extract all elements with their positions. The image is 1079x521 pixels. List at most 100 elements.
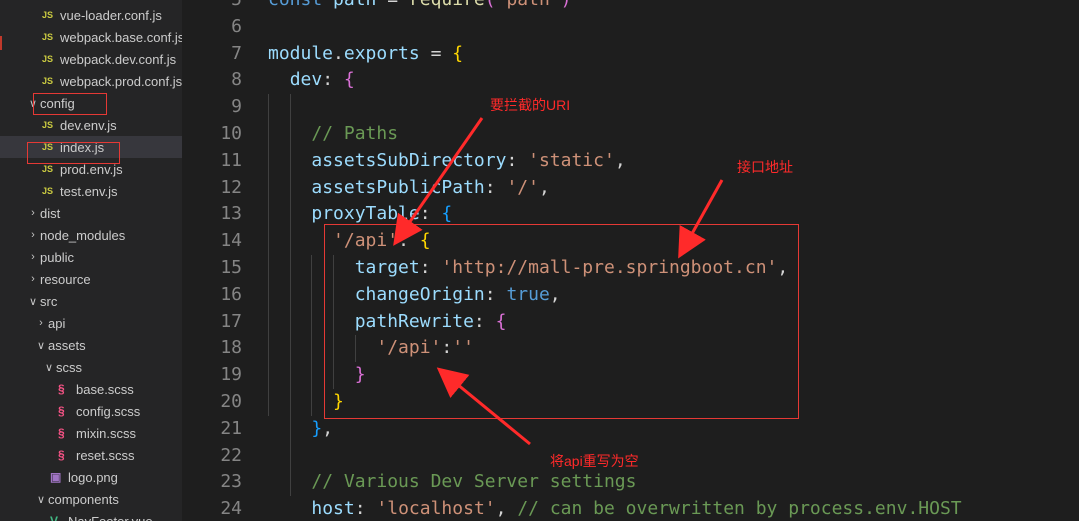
tree-item[interactable]: ∨ components [0, 488, 182, 510]
code-token: '' [452, 337, 474, 359]
line-number: 7 [231, 42, 242, 64]
tree-item[interactable]: ▣ logo.png [0, 466, 182, 488]
code-line[interactable]: 10 // Paths [182, 121, 1079, 148]
chevron-down-icon[interactable]: ∨ [34, 493, 48, 506]
tree-item[interactable]: › public [0, 246, 182, 268]
line-number: 8 [231, 69, 242, 91]
scss-file-icon: § [58, 404, 65, 418]
chevron-right-icon[interactable]: › [26, 273, 40, 285]
code-token: : [506, 149, 529, 171]
code-line[interactable]: 24 host: 'localhost', // can be overwrit… [182, 496, 1079, 521]
code-line[interactable]: 20 } [182, 389, 1079, 416]
tree-item[interactable]: JS webpack.prod.conf.js [0, 70, 182, 92]
code-token: assetsPublicPath [311, 176, 485, 198]
code-token: 'path' [496, 0, 561, 10]
chevron-right-icon[interactable]: › [26, 207, 40, 219]
code-line[interactable]: 16 changeOrigin: true, [182, 282, 1079, 309]
code-line[interactable]: 23 // Various Dev Server settings [182, 469, 1079, 496]
tree-item[interactable]: ∨ scss [0, 356, 182, 378]
tree-item[interactable]: JS index.js [0, 136, 182, 158]
code-text: assetsSubDirectory: 'static', [268, 148, 626, 175]
code-line[interactable]: 14 '/api': { [182, 228, 1079, 255]
code-token: } [311, 417, 323, 439]
tree-item[interactable]: JS prod.env.js [0, 158, 182, 180]
line-number: 16 [220, 283, 242, 305]
code-text: dev: { [268, 67, 355, 94]
code-line[interactable]: 19 } [182, 362, 1079, 389]
code-token: , [549, 283, 561, 305]
code-token: = [376, 0, 409, 10]
line-number: 13 [220, 203, 242, 225]
file-explorer: JS vue-loader.conf.js JS webpack.base.conf.… [0, 0, 182, 521]
tree-item-label: vue-loader.conf.js [60, 7, 162, 23]
code-line[interactable]: 7 module.exports = { [182, 41, 1079, 68]
tree-item[interactable]: JS webpack.base.conf.js [0, 26, 182, 48]
code-token: ( [485, 0, 496, 10]
tree-item[interactable]: § config.scss [0, 400, 182, 422]
vue-file-icon: V [50, 514, 59, 521]
code-token: , [495, 498, 518, 520]
js-file-icon: JS [42, 10, 54, 20]
code-line[interactable]: 8 dev: { [182, 67, 1079, 94]
code-token: , [538, 176, 550, 198]
code-token: : [441, 337, 453, 359]
code-editor[interactable]: 5 const path = require('path') 6 7 module.ex… [182, 0, 1079, 521]
code-line[interactable]: 15 target: 'http://mall-pre.springboot.c… [182, 255, 1079, 282]
code-token: require [409, 0, 485, 10]
line-number: 14 [220, 230, 242, 252]
tree-item-label: config.scss [76, 403, 141, 419]
code-line[interactable]: 6 [182, 14, 1079, 41]
code-text: const path = require('path') [268, 0, 571, 14]
line-number: 5 [182, 0, 242, 14]
tree-item[interactable]: JS webpack.dev.conf.js [0, 48, 182, 70]
code-token: : [484, 283, 507, 305]
code-token: '/api' [376, 337, 442, 359]
tree-item[interactable]: › resource [0, 268, 182, 290]
code-text: '/api':'' [268, 335, 474, 362]
code-line[interactable]: 5 const path = require('path') [182, 0, 1079, 14]
chevron-down-icon[interactable]: ∨ [42, 361, 56, 374]
chevron-right-icon[interactable]: › [34, 317, 48, 329]
chevron-down-icon[interactable]: ∨ [26, 295, 40, 308]
line-number: 19 [220, 364, 242, 386]
tree-item[interactable]: JS test.env.js [0, 180, 182, 202]
code-token: , [614, 149, 626, 171]
tree-item[interactable]: › node_modules [0, 224, 182, 246]
chevron-down-icon[interactable]: ∨ [26, 97, 40, 110]
code-line[interactable]: 12 assetsPublicPath: '/', [182, 175, 1079, 202]
tree-item[interactable]: V NavFooter.vue [0, 510, 182, 521]
tree-item[interactable]: JS dev.env.js [0, 114, 182, 136]
line-number: 10 [220, 123, 242, 144]
code-token: : [419, 203, 442, 225]
tree-item[interactable]: JS vue-loader.conf.js [0, 4, 182, 26]
tree-item[interactable]: § base.scss [0, 378, 182, 400]
tree-item[interactable]: ∨ config [0, 92, 182, 114]
tree-item[interactable]: › api [0, 312, 182, 334]
code-token: 'static' [528, 149, 615, 171]
chevron-down-icon[interactable]: ∨ [34, 339, 48, 352]
tree-item-label: webpack.base.conf.js [60, 29, 182, 45]
tree-item[interactable]: § reset.scss [0, 444, 182, 466]
js-file-icon: JS [42, 164, 54, 174]
code-token: changeOrigin [354, 283, 485, 305]
chevron-right-icon[interactable]: › [26, 251, 40, 263]
code-token: // Various Dev Server settings [311, 471, 637, 493]
code-token: { [441, 203, 453, 225]
code-line[interactable]: 21 }, [182, 416, 1079, 443]
code-token: // Paths [311, 123, 399, 144]
code-line[interactable]: 18 '/api':'' [182, 335, 1079, 362]
tree-item[interactable]: ∨ assets [0, 334, 182, 356]
tree-item-label: index.js [60, 139, 105, 155]
code-token: proxyTable [311, 203, 420, 225]
tree-item[interactable]: ∨ src [0, 290, 182, 312]
code-line[interactable]: 13 proxyTable: { [182, 201, 1079, 228]
tree-item-label: components [48, 491, 119, 507]
chevron-right-icon[interactable]: › [26, 229, 40, 241]
code-line[interactable]: 17 pathRewrite: { [182, 309, 1079, 336]
code-line[interactable]: 11 assetsSubDirectory: 'static', [182, 148, 1079, 175]
tree-item[interactable]: › dist [0, 202, 182, 224]
tree-item[interactable]: § mixin.scss [0, 422, 182, 444]
code-line[interactable]: 9 [182, 94, 1079, 121]
